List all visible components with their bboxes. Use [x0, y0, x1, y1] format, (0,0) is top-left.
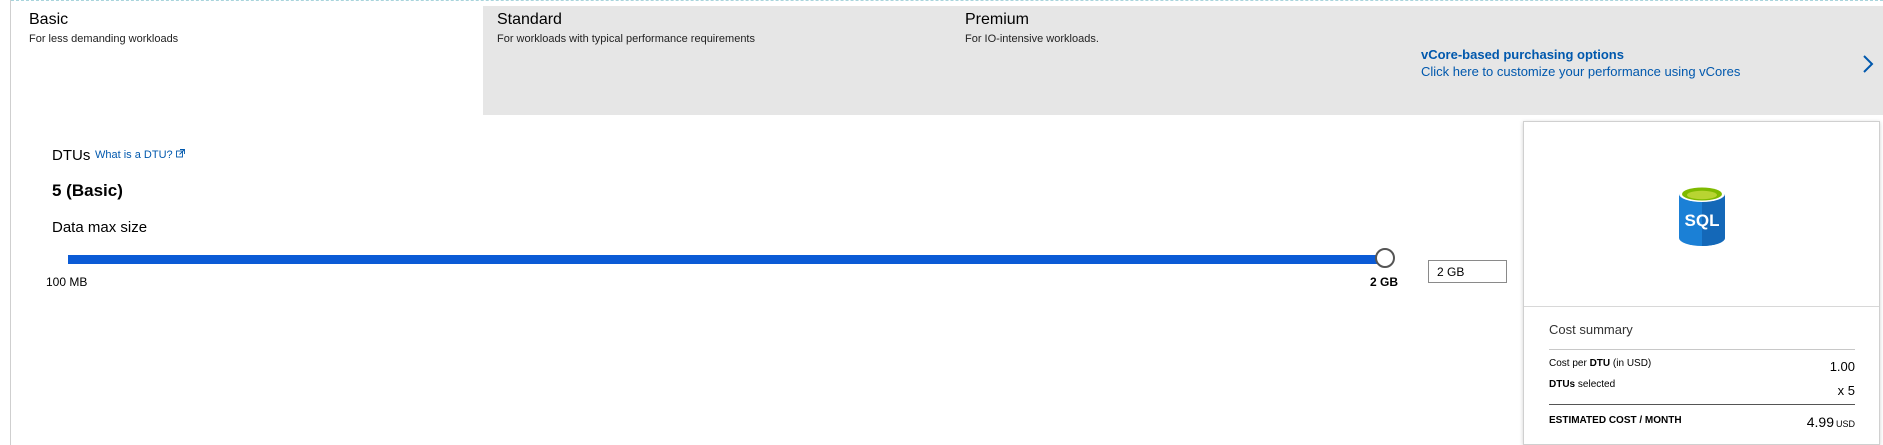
- divider: [1549, 349, 1855, 350]
- tier-standard[interactable]: Standard For workloads with typical perf…: [479, 6, 947, 115]
- data-size-input[interactable]: [1428, 260, 1507, 283]
- data-size-slider-thumb[interactable]: [1375, 248, 1395, 268]
- estimated-cost-label: ESTIMATED COST / MONTH: [1549, 415, 1682, 426]
- dtu-link-text: What is a DTU?: [95, 149, 173, 161]
- estimated-unit: USD: [1835, 419, 1855, 429]
- sql-icon-text: SQL: [1685, 211, 1720, 230]
- external-link-icon: [175, 149, 185, 161]
- label-bold: DTUs: [1549, 379, 1576, 390]
- what-is-dtu-link[interactable]: What is a DTU?: [95, 149, 185, 161]
- dtu-label: DTUs: [52, 147, 91, 164]
- data-max-size-label: Data max size: [52, 219, 148, 236]
- tier-name: Basic: [29, 11, 69, 28]
- cost-summary-title: Cost summary: [1549, 322, 1633, 337]
- dtu-value: 5 (Basic): [52, 181, 123, 200]
- slider-max-label: 2 GB: [1370, 275, 1399, 289]
- cost-per-dtu-value: 1.00: [1829, 359, 1855, 374]
- sql-database-icon: SQL: [1677, 184, 1727, 248]
- tier-description: For workloads with typical performance r…: [497, 33, 755, 45]
- label-bold: DTU: [1589, 358, 1611, 369]
- label-text: Cost per: [1549, 358, 1587, 369]
- tier-description: For less demanding workloads: [29, 33, 179, 45]
- tier-name: Standard: [497, 11, 562, 28]
- estimated-amount: 4.99: [1806, 414, 1834, 430]
- sql-icon-area: SQL: [1524, 122, 1879, 307]
- chevron-right-icon[interactable]: [1857, 52, 1879, 76]
- vcore-title: vCore-based purchasing options: [1421, 47, 1624, 62]
- data-size-slider-fill: [68, 255, 1385, 264]
- dtus-selected-value: x 5: [1837, 383, 1855, 398]
- tier-premium[interactable]: Premium For IO-intensive workloads.: [947, 6, 1407, 115]
- vcore-options-link[interactable]: vCore-based purchasing options Click her…: [1421, 46, 1883, 86]
- dtus-selected-label: DTUs selected: [1549, 379, 1615, 390]
- data-size-slider-track[interactable]: [68, 255, 1385, 264]
- label-suffix: selected: [1577, 379, 1616, 390]
- tier-description: For IO-intensive workloads.: [965, 33, 1099, 45]
- vcore-subtitle: Click here to customize your performance…: [1421, 64, 1741, 79]
- cost-per-dtu-label: Cost per DTU (in USD): [1549, 358, 1651, 369]
- slider-min-label: 100 MB: [46, 275, 88, 289]
- label-suffix: (in USD): [1612, 358, 1652, 369]
- left-rail: [0, 0, 11, 445]
- tier-basic[interactable]: Basic For less demanding workloads: [11, 6, 483, 115]
- pricing-tier-bar: Basic For less demanding workloads Stand…: [11, 6, 1883, 115]
- divider: [1549, 404, 1855, 405]
- tier-name: Premium: [965, 11, 1030, 28]
- cost-summary-card: SQL Cost summary Cost per DTU (in USD) 1…: [1523, 121, 1880, 445]
- estimated-cost-value: 4.99 USD: [1807, 414, 1855, 430]
